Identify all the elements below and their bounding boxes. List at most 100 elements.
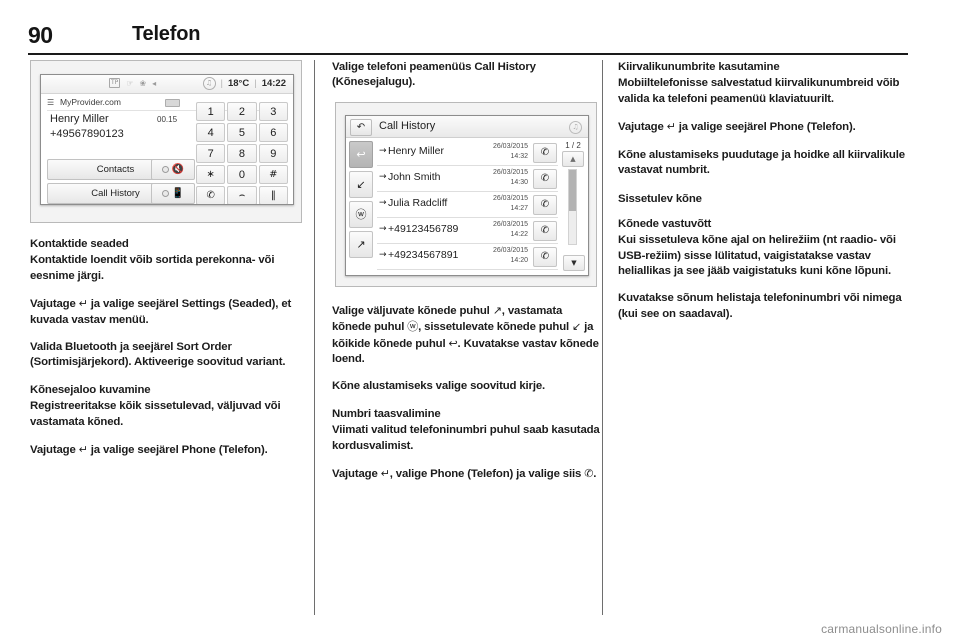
para-speed-dial-open-phone: Vajutage ↵ ja valige seejärel Phone (Tel…: [618, 119, 908, 135]
call-entry-dial-button[interactable]: ✆: [533, 220, 557, 241]
scroll-down-button[interactable]: ▼: [563, 254, 585, 271]
call-entry-timestamp: 26/03/2015 14:32: [493, 142, 528, 162]
status-bar: TP ☞ ❀ ◂ ♫ | 18°C | 14:22: [41, 75, 293, 94]
heading-redial: Numbri taasvalimine: [332, 407, 441, 420]
volume-mute-icon: ◂: [152, 78, 157, 88]
para-call-filters: Valige väljuvate kõnede puhul ↗, vastama…: [332, 303, 604, 368]
call-entry-dial-button[interactable]: ✆: [533, 194, 557, 215]
para-redial-steps: Vajutage ↵, valige Phone (Telefon) ja va…: [332, 466, 604, 482]
heading-answer-calls: Kõnede vastuvõtt: [618, 217, 712, 230]
text-fragment: .: [593, 468, 597, 481]
call-entry-dial-button[interactable]: ✆: [533, 168, 557, 189]
call-entry-name: Julia Radcliff: [388, 196, 448, 209]
scrollbar-track[interactable]: [568, 168, 577, 245]
status-bar-icons: TP ☞ ❀ ◂: [109, 78, 156, 88]
chapter-title: Telefon: [132, 23, 201, 45]
para-open-settings: Vajutage ↵ ja valige seejärel Settings (…: [30, 296, 302, 328]
outgoing-calls-tab[interactable]: ↗: [349, 230, 373, 258]
call-entry-name: +49234567891: [388, 248, 459, 261]
infotainment-screen-call-history: ↶ Call History ♫ ↩ ↙ ⓦ ↗ → Henry Miller 26/03…: [345, 114, 589, 276]
call-entry-timestamp: 26/03/2015 14:30: [493, 168, 528, 188]
handset-speaker-button[interactable]: 📱: [151, 183, 195, 204]
call-entry-name: John Smith: [388, 170, 441, 183]
page-header: 90 Telefon: [28, 22, 908, 55]
text-fragment: , valige Phone (Telefon) ja valige siis: [389, 468, 585, 481]
call-entry-time: 14:32: [510, 152, 528, 160]
infotainment-screen-phone: TP ☞ ❀ ◂ ♫ | 18°C | 14:22 ☰ MyProvider.c…: [40, 74, 294, 205]
text-fragment: Vajutage: [30, 298, 79, 311]
keypad-key-1[interactable]: 1: [196, 102, 226, 121]
phone-mute-icon: ☞: [126, 78, 134, 88]
para-start-call: Kõne alustamiseks valige soovitud kirje.: [332, 380, 546, 393]
status-separator-1: |: [220, 78, 223, 89]
page-number: 90: [28, 22, 53, 48]
call-entry-time: 14:30: [510, 178, 528, 186]
heading-call-history-display: Kõnesejaloo kuvamine: [30, 383, 151, 396]
keypad-key-4[interactable]: 4: [196, 123, 226, 142]
call-history-list: → Henry Miller 26/03/2015 14:32 ✆ → John Smith…: [377, 140, 558, 270]
keypad-key-8[interactable]: 8: [227, 144, 257, 163]
call-history-row[interactable]: → +49123456789 26/03/2015 14:22 ✆: [377, 218, 558, 244]
keypad-key-✆[interactable]: ✆: [196, 186, 226, 204]
keypad-key-7[interactable]: 7: [196, 144, 226, 163]
para-redial-info: Viimati valitud telefoninumbri puhul saa…: [332, 424, 600, 452]
call-entry-time: 14:20: [510, 256, 528, 264]
missed-calls-tab[interactable]: ↩: [349, 140, 373, 168]
text-fragment: , sissetulevate kõnede puhul: [418, 321, 573, 334]
call-history-row[interactable]: → +49234567891 26/03/2015 14:20 ✆: [377, 244, 558, 270]
call-history-body: ↩ ↙ ⓦ ↗ → Henry Miller 26/03/2015 14:32 ✆ → John …: [346, 138, 588, 275]
scrollbar-area: 1 / 2 ▲ ▼: [561, 140, 585, 273]
call-history-titlebar: ↶ Call History ♫: [346, 115, 588, 138]
call-filter-tabs: ↩ ↙ ⓦ ↗: [349, 140, 373, 261]
temperature-display: 18°C: [227, 78, 250, 89]
keypad-key-∗[interactable]: ∗: [196, 165, 226, 184]
back-arrow-icon[interactable]: ↶: [350, 118, 372, 136]
keypad-key-3[interactable]: 3: [258, 102, 288, 121]
watermark: carmanualsonline.info: [821, 622, 942, 636]
keypad-key-0[interactable]: 0: [227, 165, 257, 184]
handset-icon: ✆: [584, 467, 594, 481]
call-entry-dial-button[interactable]: ✆: [533, 246, 557, 267]
call-history-row[interactable]: → Henry Miller 26/03/2015 14:32 ✆: [377, 140, 558, 166]
led-indicator: [161, 190, 169, 197]
call-direction-icon: →: [379, 197, 387, 208]
call-history-row[interactable]: → Julia Radcliff 26/03/2015 14:27 ✆: [377, 192, 558, 218]
text-fragment: Valige väljuvate kõnede puhul: [332, 304, 493, 317]
clock-display: 14:22: [261, 78, 286, 89]
menu-key-icon: ↵: [78, 297, 88, 311]
call-entry-dial-button[interactable]: ✆: [533, 142, 557, 163]
call-entry-date: 26/03/2015: [492, 168, 528, 176]
status-separator-2: |: [254, 78, 257, 89]
para-select-call-history: Valige telefoni peamenüüs Call History (…: [332, 61, 536, 89]
microphone-mute-button[interactable]: 🔇: [151, 159, 195, 180]
keypad-key-5[interactable]: 5: [227, 123, 257, 142]
all-calls-icon: ↩: [448, 336, 458, 350]
column-3: Kiirvalikunumbrite kasutamine Mobiiltele…: [618, 60, 908, 334]
para-caller-message: Kuvatakse sõnum helistaja telefoninumbri…: [618, 292, 902, 320]
keypad-key-2[interactable]: 2: [227, 102, 257, 121]
scroll-up-button[interactable]: ▲: [562, 150, 584, 167]
scrollbar-thumb[interactable]: [569, 169, 576, 212]
keypad-key-#[interactable]: #: [258, 165, 288, 184]
heading-incoming-call: Sissetulev kõne: [618, 193, 702, 206]
figure-phone-main-screen: TP ☞ ❀ ◂ ♫ | 18°C | 14:22 ☰ MyProvider.c…: [30, 60, 302, 223]
keypad-key-‖[interactable]: ‖: [258, 186, 288, 204]
active-caller-number: +49567890123: [50, 128, 124, 140]
status-bar-right: ♫ | 18°C | 14:22: [202, 77, 286, 90]
led-indicator: [161, 166, 169, 173]
dial-keypad: 1 2 3 4 5 6 7 8 9 ∗ 0 # ✆ ⌢ ‖: [196, 102, 288, 204]
keypad-key-6[interactable]: 6: [258, 123, 288, 142]
rejected-calls-tab[interactable]: ⓦ: [349, 200, 373, 228]
column-1: TP ☞ ❀ ◂ ♫ | 18°C | 14:22 ☰ MyProvider.c…: [30, 60, 302, 470]
incoming-calls-tab[interactable]: ↙: [349, 170, 373, 198]
call-history-row[interactable]: → John Smith 26/03/2015 14:30 ✆: [377, 166, 558, 192]
figure-call-history-screen: ↶ Call History ♫ ↩ ↙ ⓦ ↗ → Henry Miller 26/03…: [335, 101, 597, 287]
call-entry-time: 14:27: [510, 204, 528, 212]
column-divider-1: [314, 60, 315, 615]
text-fragment: ja valige seejärel Phone (Telefon).: [87, 444, 268, 457]
icon-button-group: 🔇 📱: [151, 159, 195, 204]
keypad-key-9[interactable]: 9: [258, 144, 288, 163]
keypad-key-⌢[interactable]: ⌢: [227, 186, 257, 204]
para-speed-dial-hold: Kõne alustamiseks puudutage ja hoidke al…: [618, 148, 905, 177]
